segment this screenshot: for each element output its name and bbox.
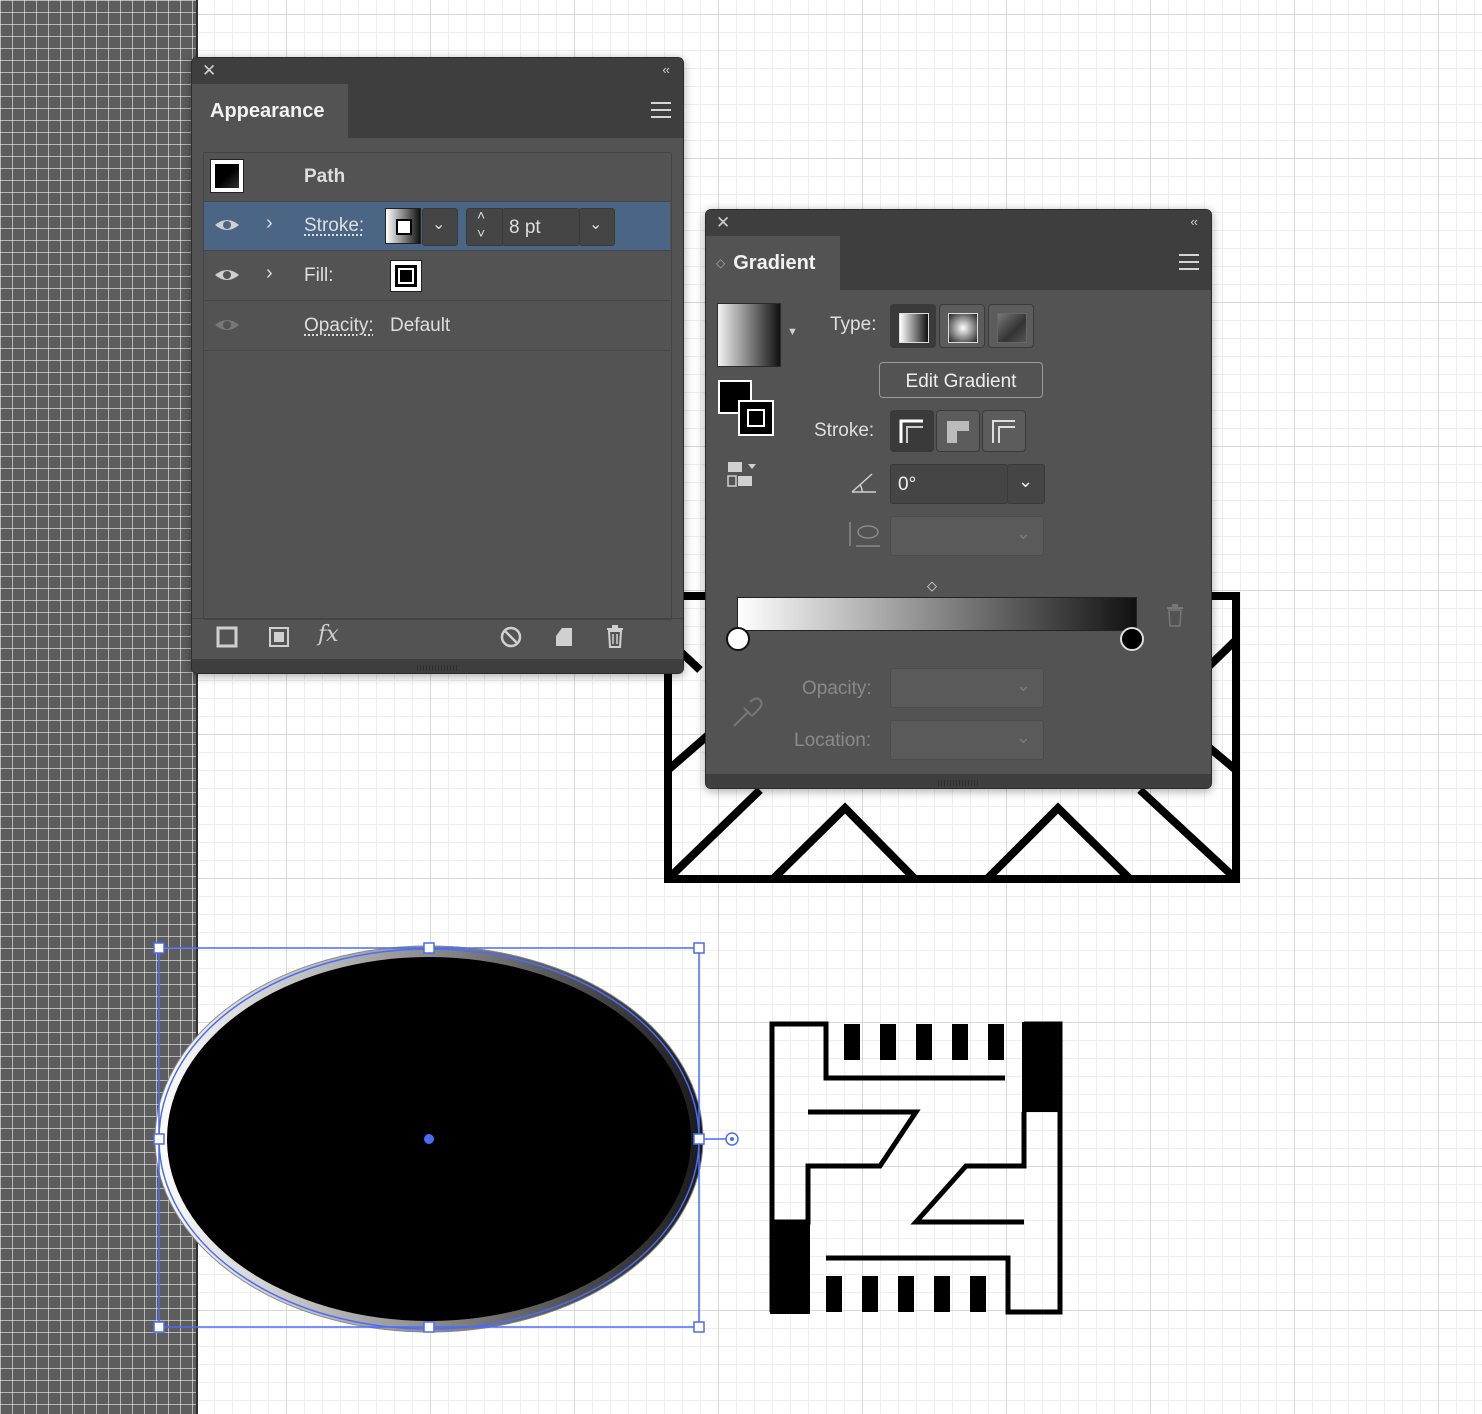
stroke-label[interactable]: Stroke: <box>304 215 364 237</box>
appearance-panel: ✕ ‹‹ Appearance Path › Stroke: ⌄ ˄ ˅ 8 p… <box>191 57 684 674</box>
angle-dropdown[interactable]: ⌄ <box>1007 464 1045 504</box>
stroke-color-dropdown[interactable]: ⌄ <box>422 208 458 246</box>
stroke-label: Stroke: <box>814 420 875 441</box>
add-new-fill-icon[interactable] <box>268 626 290 648</box>
chevron-down-icon: ⌄ <box>432 216 446 233</box>
stroke-weight-input[interactable]: 8 pt <box>502 208 580 246</box>
stepper-down-icon[interactable]: ˅ <box>477 225 485 241</box>
opacity-row[interactable]: Opacity: Default <box>204 302 670 351</box>
visibility-eye-icon[interactable] <box>214 217 240 233</box>
options-toggle-icon[interactable]: ◇ <box>716 256 725 270</box>
freeform-gradient-button[interactable] <box>988 304 1034 348</box>
path-thumbnail <box>210 159 244 193</box>
chevron-down-icon: ⌄ <box>1018 471 1034 491</box>
fill-label: Fill: <box>304 265 334 286</box>
tab-gradient[interactable]: ◇ Gradient <box>706 236 840 290</box>
object-type-label: Path <box>304 166 346 187</box>
path-row[interactable]: Path <box>204 153 670 202</box>
duplicate-item-icon[interactable] <box>552 626 574 648</box>
linear-gradient-button[interactable] <box>890 304 936 348</box>
gradient-title: Gradient <box>733 251 816 274</box>
angle-icon <box>851 473 876 493</box>
gradient-panel: ✕ ‹‹ ◇ Gradient ▼ Type: Edit Gradient St… <box>705 209 1212 789</box>
expand-chevron-icon[interactable]: › <box>266 262 273 285</box>
gradient-slider[interactable] <box>737 597 1137 631</box>
trash-icon[interactable] <box>604 624 626 648</box>
visibility-eye-icon[interactable] <box>214 317 240 333</box>
gradient-preview-swatch[interactable] <box>717 303 781 367</box>
radial-gradient-button[interactable] <box>939 304 985 348</box>
resize-gripper[interactable] <box>417 665 457 671</box>
stroke-across-button[interactable] <box>982 410 1026 452</box>
edit-gradient-label: Edit Gradient <box>905 371 1017 392</box>
opacity-input-disabled: ⌄ <box>890 668 1044 708</box>
gradient-stop-white[interactable] <box>726 627 750 651</box>
stroke-swatch[interactable] <box>385 208 421 244</box>
delete-stop-icon <box>1167 604 1183 627</box>
panel-menu-icon[interactable] <box>1179 254 1199 275</box>
stroke-along-button[interactable] <box>936 410 980 452</box>
aspect-ratio-input-disabled: ⌄ <box>890 516 1044 556</box>
chevron-down-icon: ⌄ <box>589 216 603 233</box>
stroke-within-button[interactable] <box>890 410 934 452</box>
stroke-weight-stepper[interactable]: ˄ ˅ <box>466 207 504 246</box>
stroke-weight-value: 8 pt <box>509 217 541 238</box>
aspect-ratio-icon <box>849 522 880 547</box>
visibility-eye-icon[interactable] <box>214 267 240 283</box>
angle-value: 0° <box>898 474 917 495</box>
fx-effects-icon[interactable]: fx <box>318 622 339 647</box>
stepper-up-icon[interactable]: ˄ <box>477 207 485 223</box>
opacity-value: Default <box>390 315 451 336</box>
location-input-disabled: ⌄ <box>890 720 1044 760</box>
opacity-label[interactable]: Opacity: <box>304 315 374 337</box>
type-label: Type: <box>830 314 877 335</box>
maze-artwork[interactable] <box>769 1021 1063 1315</box>
clear-appearance-icon[interactable] <box>500 626 522 648</box>
reverse-gradient-icon[interactable] <box>726 460 760 490</box>
location-label: Location: <box>794 730 872 751</box>
collapse-icon[interactable]: ‹‹ <box>1190 214 1198 229</box>
angle-input[interactable]: 0° <box>890 464 1008 504</box>
chevron-down-icon: ⌄ <box>1015 523 1031 543</box>
resize-gripper[interactable] <box>938 780 978 786</box>
close-icon[interactable]: ✕ <box>202 61 216 81</box>
gradient-titlebar[interactable]: ✕ ‹‹ <box>706 210 1211 236</box>
opacity-label: Opacity: <box>802 678 872 699</box>
chevron-down-icon: ⌄ <box>1015 675 1031 695</box>
add-new-stroke-icon[interactable] <box>216 626 238 648</box>
preview-dropdown-icon[interactable]: ▼ <box>787 326 798 338</box>
collapse-icon[interactable]: ‹‹ <box>662 62 670 77</box>
eyedropper-icon <box>733 697 763 727</box>
close-icon[interactable]: ✕ <box>716 213 730 233</box>
fill-stroke-proxy[interactable] <box>718 380 778 440</box>
gradient-stop-black[interactable] <box>1120 627 1144 651</box>
chevron-down-icon: ⌄ <box>1015 727 1031 747</box>
midpoint-diamond-icon[interactable]: ◇ <box>927 578 937 594</box>
appearance-titlebar[interactable]: ✕ ‹‹ <box>192 58 683 84</box>
appearance-title: Appearance <box>210 99 325 122</box>
fill-row[interactable]: › Fill: <box>204 252 670 301</box>
stroke-weight-dropdown[interactable]: ⌄ <box>579 208 615 246</box>
edit-gradient-button[interactable]: Edit Gradient <box>879 362 1043 398</box>
expand-chevron-icon[interactable]: › <box>266 212 273 235</box>
panel-menu-icon[interactable] <box>651 102 671 123</box>
stroke-row[interactable]: › Stroke: ⌄ ˄ ˅ 8 pt ⌄ <box>204 202 670 251</box>
fill-swatch[interactable] <box>390 260 422 292</box>
tab-appearance[interactable]: Appearance <box>192 84 348 138</box>
